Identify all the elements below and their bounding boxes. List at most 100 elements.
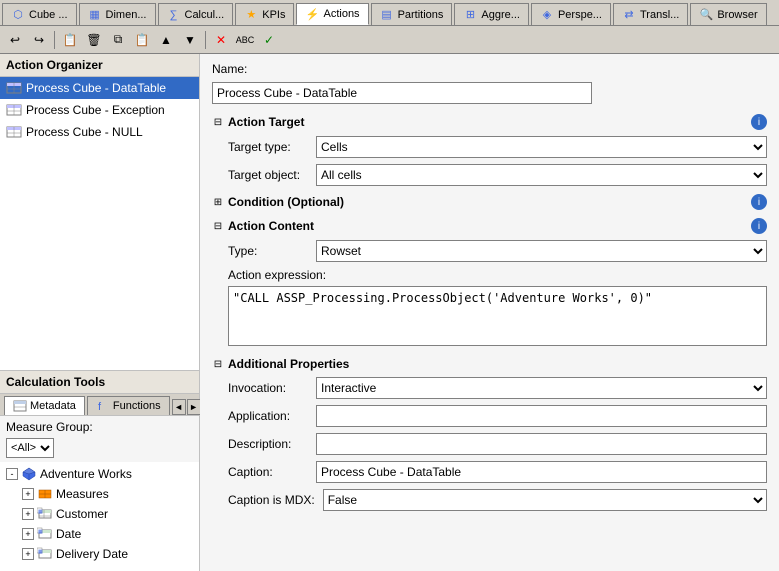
tab-kpi[interactable]: ★ KPIs: [235, 3, 294, 25]
aggregations-icon: ⊞: [463, 8, 477, 22]
toolbar: ↩ ↪ 📋 🗑 ⧉ 📋 ▲ ▼ ✕ ABC ✓: [0, 26, 779, 54]
cube-icon: ⬡: [11, 8, 25, 22]
move-down-button[interactable]: ▼: [179, 29, 201, 51]
svg-text:▦: ▦: [38, 529, 43, 535]
customer-expander[interactable]: +: [22, 508, 34, 520]
tab-translations[interactable]: ⇄ Transl...: [613, 3, 688, 25]
tab-aggregations[interactable]: ⊞ Aggre...: [454, 3, 529, 25]
toolbar-separator-2: [205, 31, 206, 49]
additional-props-toggle[interactable]: ⊟: [212, 358, 224, 370]
additional-props-section-header: ⊟ Additional Properties: [212, 357, 767, 371]
metadata-icon: [13, 399, 27, 413]
action-target-toggle[interactable]: ⊟: [212, 116, 224, 128]
paste-button[interactable]: 📋: [131, 29, 153, 51]
main-container: Action Organizer Process Cube - DataTabl…: [0, 54, 779, 571]
adventure-works-cube-icon: [21, 466, 37, 482]
tab-bar: ⬡ Cube ... ▦ Dimen... ∑ Calcul... ★ KPIs…: [0, 0, 779, 26]
tree-item-measures[interactable]: + Measures: [2, 484, 197, 504]
customer-icon: ▦: [37, 506, 53, 522]
action-content-toggle[interactable]: ⊟: [212, 220, 224, 232]
type-select[interactable]: Rowset: [316, 240, 767, 262]
tree-area: - Adventure Works +: [0, 462, 199, 571]
tab-dimension[interactable]: ▦ Dimen...: [79, 3, 156, 25]
check-button[interactable]: ✓: [258, 29, 280, 51]
action-organizer-header: Action Organizer: [0, 54, 199, 77]
action-expression-textarea[interactable]: [228, 286, 767, 346]
move-up-button[interactable]: ▲: [155, 29, 177, 51]
functions-icon: f: [96, 399, 110, 413]
action-list: Process Cube - DataTable Process Cube - …: [0, 77, 199, 371]
target-type-select[interactable]: Cells: [316, 136, 767, 158]
delivery-date-expander[interactable]: +: [22, 548, 34, 560]
description-row: Description:: [228, 433, 767, 455]
undo-button[interactable]: ↩: [4, 29, 26, 51]
svg-text:f: f: [98, 401, 102, 413]
tab-perspectives[interactable]: ◈ Perspe...: [531, 3, 611, 25]
close-button[interactable]: ✕: [210, 29, 232, 51]
name-row: Name:: [212, 62, 767, 76]
application-row: Application:: [228, 405, 767, 427]
calc-nav-prev[interactable]: ◄: [172, 399, 186, 415]
condition-info-icon[interactable]: i: [751, 194, 767, 210]
abc-button[interactable]: ABC: [234, 29, 256, 51]
application-input[interactable]: [316, 405, 767, 427]
calc-tab-functions[interactable]: f Functions: [87, 396, 170, 415]
tab-partitions[interactable]: ▤ Partitions: [371, 3, 453, 25]
dimension-icon: ▦: [88, 8, 102, 22]
partitions-icon: ▤: [380, 8, 394, 22]
measure-group-row: Measure Group:: [0, 416, 199, 438]
date-expander[interactable]: +: [22, 528, 34, 540]
date-icon: ▦: [37, 526, 53, 542]
browser-icon: 🔍: [699, 8, 713, 22]
redo-button[interactable]: ↪: [28, 29, 50, 51]
right-panel: Name: ⊟ Action Target i Target type: Cel…: [200, 54, 779, 571]
action-exception-icon: [6, 102, 22, 118]
tree-item-adventure-works[interactable]: - Adventure Works: [2, 464, 197, 484]
left-panel: Action Organizer Process Cube - DataTabl…: [0, 54, 200, 571]
tab-actions[interactable]: ⚡ Actions: [296, 3, 368, 25]
new-button[interactable]: 📋: [59, 29, 81, 51]
invocation-select[interactable]: Interactive: [316, 377, 767, 399]
delete-button[interactable]: 🗑: [83, 29, 105, 51]
name-input[interactable]: [212, 82, 592, 104]
calc-nav-next[interactable]: ►: [187, 399, 201, 415]
actions-icon: ⚡: [305, 7, 319, 21]
kpi-icon: ★: [244, 8, 258, 22]
perspectives-icon: ◈: [540, 8, 554, 22]
measures-icon: [37, 486, 53, 502]
caption-mdx-row: Caption is MDX: False: [228, 489, 767, 511]
expression-row: Action expression:: [228, 268, 767, 349]
adventure-works-expander[interactable]: -: [6, 468, 18, 480]
condition-toggle[interactable]: ⊞: [212, 196, 224, 208]
calc-tools: Calculation Tools Metadata f Functions: [0, 371, 199, 571]
description-input[interactable]: [316, 433, 767, 455]
action-content-info-icon[interactable]: i: [751, 218, 767, 234]
action-item-datatable[interactable]: Process Cube - DataTable: [0, 77, 199, 99]
calc-tab-metadata[interactable]: Metadata: [4, 396, 85, 415]
translations-icon: ⇄: [622, 8, 636, 22]
additional-props-content: Invocation: Interactive Application: Des…: [228, 377, 767, 511]
tab-browser[interactable]: 🔍 Browser: [690, 3, 766, 25]
tree-item-customer[interactable]: + ▦ Customer: [2, 504, 197, 524]
target-type-row: Target type: Cells: [228, 136, 767, 158]
svg-text:▦: ▦: [38, 509, 43, 515]
target-object-select[interactable]: All cells: [316, 164, 767, 186]
measures-expander[interactable]: +: [22, 488, 34, 500]
tree-item-delivery-date[interactable]: + ▦ Delivery Date: [2, 544, 197, 564]
action-item-null[interactable]: Process Cube - NULL: [0, 121, 199, 143]
action-content-section-header: ⊟ Action Content i: [212, 218, 767, 234]
tree-item-date[interactable]: + ▦ Date: [2, 524, 197, 544]
copy-button[interactable]: ⧉: [107, 29, 129, 51]
toolbar-separator-1: [54, 31, 55, 49]
caption-input[interactable]: [316, 461, 767, 483]
measure-group-select[interactable]: <All>: [6, 438, 54, 458]
caption-mdx-select[interactable]: False: [323, 489, 767, 511]
invocation-row: Invocation: Interactive: [228, 377, 767, 399]
action-target-section-header: ⊟ Action Target i: [212, 114, 767, 130]
tab-calculation[interactable]: ∑ Calcul...: [158, 3, 234, 25]
delivery-date-icon: ▦: [37, 546, 53, 562]
action-target-info-icon[interactable]: i: [751, 114, 767, 130]
calc-tools-header: Calculation Tools: [0, 371, 199, 394]
tab-cube[interactable]: ⬡ Cube ...: [2, 3, 77, 25]
action-item-exception[interactable]: Process Cube - Exception: [0, 99, 199, 121]
